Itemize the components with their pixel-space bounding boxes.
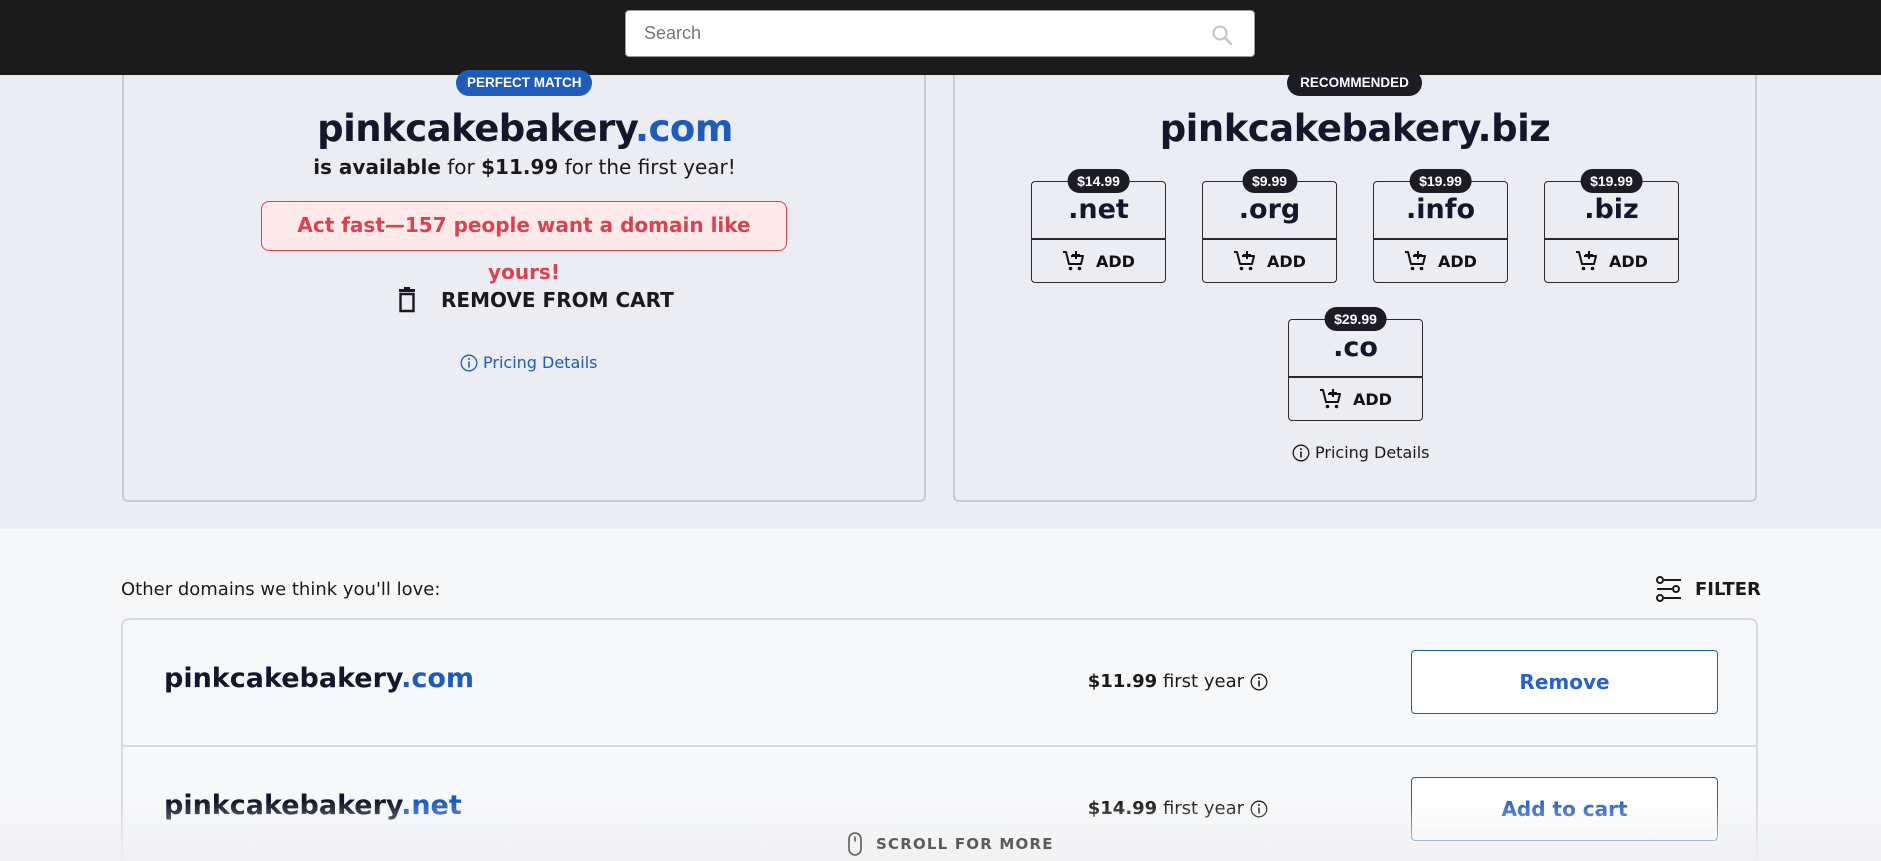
result-domain: pinkcakebakery.com xyxy=(164,663,474,694)
tld-extension: .biz xyxy=(1584,194,1639,225)
remove-from-cart-button[interactable]: REMOVE FROM CART xyxy=(395,284,674,316)
availability-suffix: for the first year! xyxy=(558,155,736,179)
domain-results-list: pinkcakebakery.com $11.99 first year Rem… xyxy=(121,618,1758,861)
search-input[interactable] xyxy=(626,11,1254,56)
domain-tld: .net xyxy=(401,790,462,821)
price-term: first year xyxy=(1157,798,1244,819)
tld-extension: .info xyxy=(1405,194,1476,225)
search-box[interactable] xyxy=(625,10,1255,57)
cart-plus-icon xyxy=(1063,251,1085,271)
pricing-details-label: Pricing Details xyxy=(483,353,598,372)
urgency-banner: Act fast—157 people want a domain like y… xyxy=(261,201,787,284)
remove-from-cart-label: REMOVE FROM CART xyxy=(441,288,674,312)
add-label: ADD xyxy=(1267,251,1306,271)
domain-sld: pinkcakebakery xyxy=(164,663,402,694)
tld-option-co: $29.99 .co ADD xyxy=(1288,307,1423,421)
cart-plus-icon xyxy=(1405,251,1427,271)
result-domain: pinkcakebakery.net xyxy=(164,790,462,821)
price-value: $11.99 xyxy=(1087,671,1158,692)
price-term: first year xyxy=(1157,671,1244,692)
availability-text: is available for $11.99 for the first ye… xyxy=(0,155,1049,179)
tld-price: $19.99 xyxy=(1409,169,1472,193)
remove-button[interactable]: Remove xyxy=(1411,650,1718,714)
other-domains-heading: Other domains we think you'll love: xyxy=(121,579,441,600)
trash-icon xyxy=(399,287,415,313)
result-price: $14.99 first year xyxy=(1088,798,1268,819)
tld-price: $29.99 xyxy=(1324,307,1387,331)
scroll-hint-label: SCROLL FOR MORE xyxy=(876,835,1054,853)
add-tld-button[interactable]: ADD xyxy=(1545,239,1678,283)
price-value: $14.99 xyxy=(1087,798,1158,819)
cart-plus-icon xyxy=(1320,389,1342,409)
pricing-details-label: Pricing Details xyxy=(1315,443,1430,462)
pricing-details-link[interactable]: Pricing Details xyxy=(460,353,597,372)
add-tld-button[interactable]: ADD xyxy=(1374,239,1507,283)
result-price: $11.99 first year xyxy=(1088,671,1268,692)
info-icon xyxy=(1292,444,1310,461)
filter-button[interactable]: FILTER xyxy=(1655,575,1761,603)
availability-for: for xyxy=(440,155,482,179)
pricing-details-link[interactable]: Pricing Details xyxy=(1292,443,1429,462)
add-label: ADD xyxy=(1438,251,1477,271)
recommended-badge: RECOMMENDED xyxy=(1287,70,1422,96)
tld-price: $9.99 xyxy=(1241,169,1298,193)
domain-sld: pinkcakebakery xyxy=(317,107,635,150)
filter-icon xyxy=(1656,576,1681,602)
add-tld-button[interactable]: ADD xyxy=(1032,239,1165,283)
availability-price: $11.99 xyxy=(481,155,559,179)
mouse-icon xyxy=(848,832,862,856)
recommended-domain: pinkcakebakery.biz xyxy=(1159,107,1551,150)
cart-plus-icon xyxy=(1576,251,1598,271)
availability-prefix: is available xyxy=(313,155,441,179)
domain-sld: pinkcakebakery xyxy=(164,790,402,821)
add-label: ADD xyxy=(1353,389,1392,409)
cart-plus-icon xyxy=(1234,251,1256,271)
scroll-hint: SCROLL FOR MORE xyxy=(848,832,1054,856)
add-label: ADD xyxy=(1096,251,1135,271)
perfect-match-domain: pinkcakebakery.com xyxy=(0,107,1050,150)
tld-extension: .co xyxy=(1333,332,1378,363)
info-icon[interactable] xyxy=(1250,673,1268,691)
tld-extension: .org xyxy=(1238,194,1301,225)
tld-option-info: $19.99 .info ADD xyxy=(1373,169,1508,283)
top-bar xyxy=(0,0,1881,75)
tld-extension: .net xyxy=(1068,194,1129,225)
add-tld-button[interactable]: ADD xyxy=(1203,239,1336,283)
add-to-cart-button[interactable]: Add to cart xyxy=(1411,777,1718,841)
tld-price: $19.99 xyxy=(1580,169,1643,193)
domain-tld: .com xyxy=(401,663,475,694)
list-item: pinkcakebakery.com $11.99 first year Rem… xyxy=(123,620,1756,745)
tld-option-org: $9.99 .org ADD xyxy=(1202,169,1337,283)
info-icon xyxy=(460,354,478,371)
filter-label: FILTER xyxy=(1695,578,1761,600)
tld-option-biz: $19.99 .biz ADD xyxy=(1544,169,1679,283)
tld-price: $14.99 xyxy=(1067,169,1130,193)
perfect-match-badge: PERFECT MATCH xyxy=(456,70,592,96)
search-icon[interactable] xyxy=(1210,23,1234,47)
info-icon[interactable] xyxy=(1250,800,1268,818)
add-label: ADD xyxy=(1609,251,1648,271)
domain-tld: .com xyxy=(634,107,733,150)
tld-option-net: $14.99 .net ADD xyxy=(1031,169,1166,283)
add-tld-button[interactable]: ADD xyxy=(1289,377,1422,421)
